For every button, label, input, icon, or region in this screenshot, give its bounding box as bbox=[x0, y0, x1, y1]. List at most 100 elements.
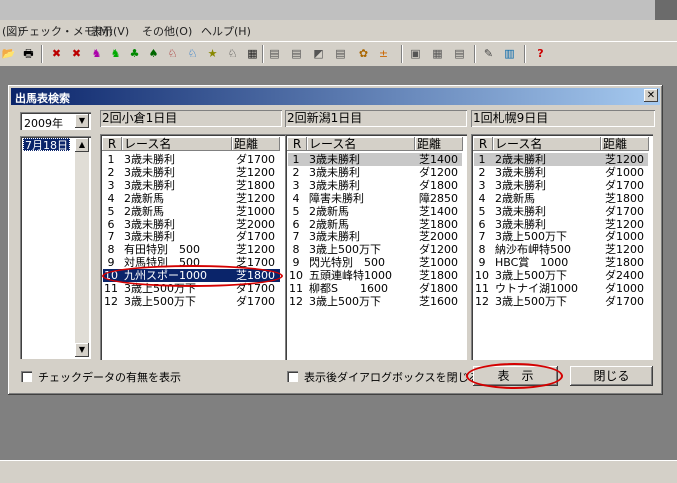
race-row[interactable]: 12 3歳上500万下 ダ1700 bbox=[474, 295, 648, 308]
race-name: 3歳上500万下 bbox=[495, 294, 567, 308]
race-row[interactable]: 4 障害未勝利 障2850 bbox=[288, 192, 462, 205]
race-list-sapporo[interactable]: R レース名 距離 1 2歳未勝利 芝1200 2 3歳未勝利 ダ1000 3 3歳未勝利 ダ1700… bbox=[471, 134, 653, 360]
race-row[interactable]: 8 有田特別 500 芝1200 bbox=[103, 243, 280, 256]
meeting-label-niigata: 2回新潟1日目 bbox=[285, 110, 467, 127]
race-row[interactable]: 1 3歳未勝利 ダ1700 bbox=[103, 153, 280, 166]
stallion-icon[interactable]: ♘ bbox=[164, 45, 181, 62]
race-row[interactable]: 8 納沙布岬特500 芝1200 bbox=[474, 243, 648, 256]
date-item-selected[interactable]: 7月18日 bbox=[23, 138, 70, 152]
race-row[interactable]: 10 3歳上500万下 ダ2400 bbox=[474, 269, 648, 282]
race-icon[interactable]: ♘ bbox=[184, 45, 201, 62]
window2-icon[interactable]: ▦ bbox=[429, 45, 446, 62]
group-icon[interactable]: ✿ bbox=[355, 45, 372, 62]
race-row[interactable]: 2 3歳未勝利 ダ1200 bbox=[288, 166, 462, 179]
close-button[interactable]: 閉じる bbox=[570, 366, 653, 386]
result-icon[interactable]: ♘ bbox=[224, 45, 241, 62]
race-row[interactable]: 11 3歳上500万下 ダ1700 bbox=[103, 282, 280, 295]
close-icon[interactable]: ✕ bbox=[644, 89, 658, 102]
race-distance: 芝1200 bbox=[236, 191, 275, 205]
menu-item-help[interactable]: ヘルプ(H) bbox=[201, 23, 251, 39]
race-name: 3歳上500万下 bbox=[495, 230, 567, 244]
race-row[interactable]: 10 五頭連峰特1000 芝1800 bbox=[288, 269, 462, 282]
year-select[interactable]: 2009年 ▼ bbox=[20, 112, 91, 130]
race-distance: 芝1200 bbox=[605, 153, 644, 166]
race-list-niigata[interactable]: R レース名 距離 1 3歳未勝利 芝1400 2 3歳未勝利 ダ1200 3 3歳未勝利 ダ1800… bbox=[285, 134, 467, 360]
race-row[interactable]: 4 2歳新馬 芝1800 bbox=[474, 192, 648, 205]
race-row[interactable]: 6 3歳未勝利 芝1200 bbox=[474, 218, 648, 231]
race-row[interactable]: 6 2歳新馬 芝1800 bbox=[288, 218, 462, 231]
race-row[interactable]: 7 3歳未勝利 ダ1700 bbox=[103, 230, 280, 243]
show-button[interactable]: 表 示 bbox=[473, 366, 558, 386]
race-distance: 芝1800 bbox=[605, 256, 644, 270]
close-after-checkbox[interactable] bbox=[287, 371, 298, 382]
tool-icon[interactable]: ✎ bbox=[480, 45, 497, 62]
race-row[interactable]: 2 3歳未勝利 芝1200 bbox=[103, 166, 280, 179]
calendar-icon[interactable]: ▦ bbox=[244, 45, 261, 62]
race-row[interactable]: 5 2歳新馬 芝1000 bbox=[103, 205, 280, 218]
race-row[interactable]: 1 3歳未勝利 芝1400 bbox=[288, 153, 462, 166]
window1-icon[interactable]: ▣ bbox=[407, 45, 424, 62]
race-number: 10 bbox=[289, 269, 303, 283]
grid4-icon[interactable]: ▤ bbox=[332, 45, 349, 62]
print-icon[interactable]: 🖶 bbox=[20, 45, 37, 62]
date-list[interactable]: 7月18日 ▲ ▼ bbox=[20, 136, 91, 359]
race-row[interactable]: 4 2歳新馬 芝1200 bbox=[103, 192, 280, 205]
menu-item-view[interactable]: 表示(V) bbox=[91, 23, 129, 39]
date-list-scrollbar[interactable]: ▲ ▼ bbox=[75, 138, 89, 357]
race-row[interactable]: 10 九州スポー1000 芝1800 bbox=[103, 269, 280, 283]
race-row[interactable]: 12 3歳上500万下 芝1600 bbox=[288, 295, 462, 308]
race-row[interactable]: 3 3歳未勝利 ダ1800 bbox=[288, 179, 462, 192]
owner-icon[interactable]: ♣ bbox=[126, 45, 143, 62]
race-list-kokura[interactable]: R レース名 距離 1 3歳未勝利 ダ1700 2 3歳未勝利 芝1200 3 3歳未勝利 芝1800… bbox=[100, 134, 285, 360]
plus-minus-icon[interactable]: ± bbox=[375, 45, 392, 62]
show-data-checkbox[interactable] bbox=[21, 371, 32, 382]
horse-x-icon[interactable]: ✖ bbox=[48, 45, 65, 62]
trainer-icon[interactable]: ♞ bbox=[107, 45, 124, 62]
race-row[interactable]: 5 3歳未勝利 ダ1700 bbox=[474, 205, 648, 218]
odds-icon[interactable]: ★ bbox=[204, 45, 221, 62]
open-icon[interactable]: 📂 bbox=[0, 45, 17, 62]
race-row[interactable]: 1 2歳未勝利 芝1200 bbox=[474, 153, 648, 166]
breeder-icon[interactable]: ♠ bbox=[145, 45, 162, 62]
menu-item-other[interactable]: その他(O) bbox=[142, 23, 192, 39]
race-name: 3歳未勝利 bbox=[124, 178, 175, 192]
window3-icon[interactable]: ▤ bbox=[451, 45, 468, 62]
race-row[interactable]: 8 3歳上500万下 ダ1200 bbox=[288, 243, 462, 256]
horse-x2-icon[interactable]: ✖ bbox=[68, 45, 85, 62]
race-distance: ダ1200 bbox=[419, 165, 458, 179]
db-icon[interactable]: ▥ bbox=[501, 45, 518, 62]
help-icon[interactable]: ? bbox=[532, 45, 549, 62]
race-row[interactable]: 11 柳都S 1600 ダ1800 bbox=[288, 282, 462, 295]
scroll-up-icon[interactable]: ▲ bbox=[75, 138, 89, 152]
race-row[interactable]: 6 3歳未勝利 芝2000 bbox=[103, 218, 280, 231]
col-header-dist[interactable]: 距離 bbox=[415, 137, 463, 151]
race-row[interactable]: 12 3歳上500万下 ダ1700 bbox=[103, 295, 280, 308]
chevron-down-icon[interactable]: ▼ bbox=[75, 114, 89, 128]
grid2-icon[interactable]: ▤ bbox=[288, 45, 305, 62]
race-row[interactable]: 7 3歳上500万下 ダ1000 bbox=[474, 230, 648, 243]
col-header-dist[interactable]: 距離 bbox=[601, 137, 649, 151]
race-name: ウトナイ湖1000 bbox=[495, 282, 578, 295]
race-distance: 芝1000 bbox=[236, 204, 275, 218]
col-header-name[interactable]: レース名 bbox=[122, 137, 232, 151]
race-row[interactable]: 2 3歳未勝利 ダ1000 bbox=[474, 166, 648, 179]
grid1-icon[interactable]: ▤ bbox=[266, 45, 283, 62]
race-row[interactable]: 3 3歳未勝利 芝1800 bbox=[103, 179, 280, 192]
grid3-icon[interactable]: ◩ bbox=[310, 45, 327, 62]
race-row[interactable]: 11 ウトナイ湖1000 ダ1000 bbox=[474, 282, 648, 295]
race-row[interactable]: 9 HBC賞 1000 芝1800 bbox=[474, 256, 648, 269]
race-row[interactable]: 9 対馬特別 500 芝1700 bbox=[103, 256, 280, 269]
col-header-name[interactable]: レース名 bbox=[307, 137, 415, 151]
col-header-dist[interactable]: 距離 bbox=[232, 137, 280, 151]
race-row[interactable]: 7 3歳未勝利 芝2000 bbox=[288, 230, 462, 243]
race-distance: 芝1600 bbox=[419, 294, 458, 308]
race-row[interactable]: 9 閃光特別 500 芝1000 bbox=[288, 256, 462, 269]
jockey-icon[interactable]: ♞ bbox=[88, 45, 105, 62]
race-row[interactable]: 5 2歳新馬 芝1400 bbox=[288, 205, 462, 218]
col-header-r[interactable]: R bbox=[102, 137, 122, 151]
col-header-r[interactable]: R bbox=[287, 137, 307, 151]
scroll-down-icon[interactable]: ▼ bbox=[75, 343, 89, 357]
race-row[interactable]: 3 3歳未勝利 ダ1700 bbox=[474, 179, 648, 192]
col-header-name[interactable]: レース名 bbox=[493, 137, 601, 151]
col-header-r[interactable]: R bbox=[473, 137, 493, 151]
